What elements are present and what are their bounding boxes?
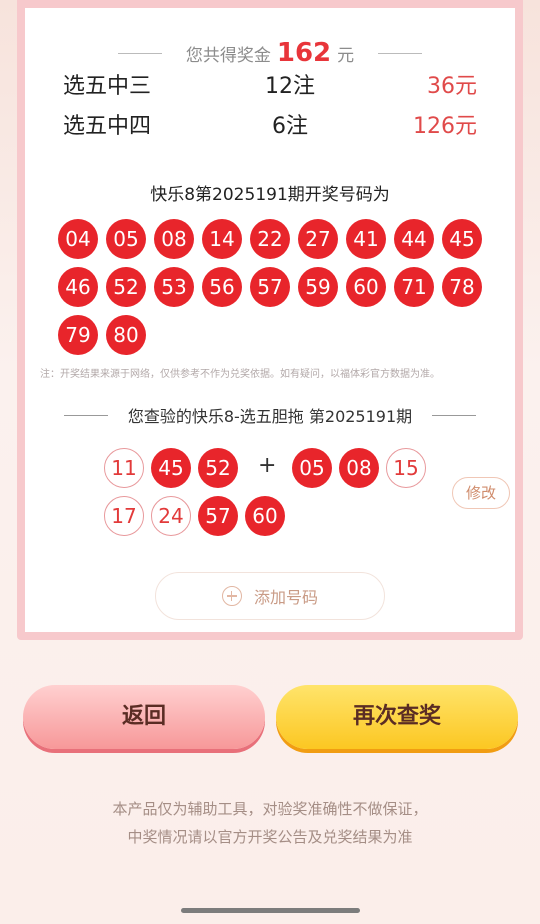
draw-number-ball: 56 <box>202 267 242 307</box>
total-prize-row: 您共得奖金 162 元 <box>25 36 515 70</box>
prize-name: 选五中三 <box>63 74 152 99</box>
draw-number-ball: 79 <box>58 315 98 355</box>
draw-number-ball: 59 <box>298 267 338 307</box>
draw-number-ball: 41 <box>346 219 386 259</box>
check-title-row: 您查验的快乐8-选五胆拖 第2025191期 <box>25 402 515 428</box>
draw-number-ball: 44 <box>394 219 434 259</box>
draw-number-ball: 53 <box>154 267 194 307</box>
draw-number-ball: 27 <box>298 219 338 259</box>
draw-number-ball: 22 <box>250 219 290 259</box>
disclaimer-line-2: 中奖情况请以官方开奖公告及兑奖结果为准 <box>127 828 413 846</box>
add-number-button[interactable]: 添加号码 <box>155 572 385 620</box>
checked-number-ball: 15 <box>386 448 426 488</box>
draw-number-ball: 52 <box>106 267 146 307</box>
back-button[interactable]: 返回 <box>23 685 265 749</box>
total-prize-amount: 162 <box>276 38 332 68</box>
total-prize-unit: 元 <box>337 45 355 66</box>
result-card: 您共得奖金 162 元 选五中三 12注 36元 选五中四 6注 126元 快乐… <box>25 8 515 632</box>
prize-count: 6注 <box>272 114 308 139</box>
add-number-label: 添加号码 <box>253 588 318 607</box>
total-prize-label: 您共得奖金 <box>185 45 271 66</box>
plus-separator: + <box>258 453 277 478</box>
prize-count: 12注 <box>265 74 315 99</box>
prize-amount: 36元 <box>427 74 477 99</box>
prize-name: 选五中四 <box>63 114 152 139</box>
divider-line <box>378 52 423 54</box>
checked-number-ball-hit: 52 <box>198 448 238 488</box>
draw-number-ball: 60 <box>346 267 386 307</box>
disclaimer-line-1: 本产品仅为辅助工具，对验奖准确性不做保证， <box>112 800 428 818</box>
check-title: 您查验的快乐8-选五胆拖 第2025191期 <box>127 407 413 426</box>
checked-number-ball-hit: 05 <box>292 448 332 488</box>
checked-number-ball: 24 <box>151 496 191 536</box>
home-indicator[interactable] <box>181 908 360 913</box>
prize-row: 选五中四 6注 126元 <box>25 108 515 144</box>
draw-number-ball: 04 <box>58 219 98 259</box>
divider-line <box>432 414 477 416</box>
prize-row: 选五中三 12注 36元 <box>25 68 515 104</box>
draw-number-ball: 08 <box>154 219 194 259</box>
draw-number-ball: 14 <box>202 219 242 259</box>
draw-number-ball: 78 <box>442 267 482 307</box>
draw-title: 快乐8第2025191期开奖号码为 <box>150 185 390 205</box>
checked-number-ball: 11 <box>104 448 144 488</box>
draw-number-ball: 80 <box>106 315 146 355</box>
draw-number-ball: 45 <box>442 219 482 259</box>
checked-number-ball: 17 <box>104 496 144 536</box>
checked-number-ball-hit: 45 <box>151 448 191 488</box>
draw-number-ball: 57 <box>250 267 290 307</box>
checked-number-ball-hit: 08 <box>339 448 379 488</box>
checked-number-ball-hit: 57 <box>198 496 238 536</box>
modify-button[interactable]: 修改 <box>452 477 510 509</box>
prize-amount: 126元 <box>413 114 477 139</box>
draw-number-ball: 05 <box>106 219 146 259</box>
draw-number-ball: 46 <box>58 267 98 307</box>
recheck-button[interactable]: 再次查奖 <box>276 685 518 749</box>
divider-line <box>63 414 108 416</box>
source-note: 注：开奖结果来源于网络，仅供参考不作为兑奖依据。如有疑问，以福体彩官方数据为准。 <box>40 369 440 380</box>
plus-circle-icon <box>221 586 242 606</box>
checked-number-ball-hit: 60 <box>245 496 285 536</box>
draw-number-ball: 71 <box>394 267 434 307</box>
divider-line <box>117 52 162 54</box>
